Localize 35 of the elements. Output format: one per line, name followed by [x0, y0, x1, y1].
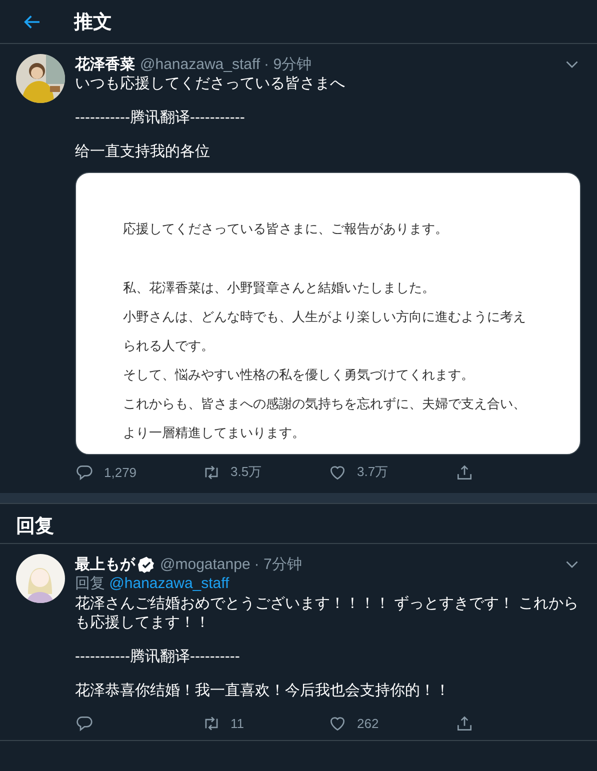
document-text: 小野さんは、どんな時でも、人生がより楽しい方向に進むように考え — [123, 308, 527, 326]
mention-link[interactable]: @hanazawa_staff — [109, 575, 230, 592]
attached-document[interactable]: 応援してくださっている皆さまに、ご報告があります。 私、花澤香菜は、小野賢章さんと結婚いたしました。 小野さんは、どんな時でも、人生がより楽しい方向に進むように考え られる人です。 そして、悩みやすい性格の私を優しく勇気づけてくれます。 これからも、皆さまへの感謝の気持ちを忘れずに、夫婦で支え合い、 より一層精進してまいります。 — [75, 172, 581, 455]
retweet-button[interactable]: 3.5万 — [202, 462, 328, 482]
reply-button[interactable]: 1,279 — [75, 462, 202, 482]
author-name[interactable]: 花泽香菜 — [75, 54, 135, 74]
reply-icon — [75, 714, 94, 732]
tweet-text: -----------腾讯翻译---------- — [75, 647, 241, 666]
reply-icon — [75, 462, 94, 482]
tweet-text: -----------腾讯翻译----------- — [75, 108, 246, 127]
avatar[interactable] — [16, 54, 65, 103]
like-button[interactable]: 262 — [328, 714, 454, 732]
document-text: これからも、皆さまへの感謝の気持ちを忘れずに、夫婦で支え合い、 — [123, 395, 527, 413]
page-title: 推文 — [74, 10, 112, 34]
document-text: られる人です。 — [123, 337, 215, 355]
document-text: そして、悩みやすい性格の私を優しく勇気づけてくれます。 — [123, 366, 475, 384]
tweet-text: 给一直支持我的各位 — [75, 142, 211, 161]
retweet-button[interactable]: 11 — [202, 714, 328, 732]
timestamp: · 9分钟 — [264, 54, 312, 74]
document-text: 私、花澤香菜は、小野賢章さんと結婚いたしました。 — [123, 279, 436, 297]
document-text: より一層精進してまいります。 — [123, 424, 306, 442]
section-heading: 回复 — [0, 504, 597, 544]
share-icon — [454, 714, 474, 732]
share-icon — [454, 462, 474, 482]
avatar[interactable] — [16, 554, 65, 603]
tweet-text: 花泽恭喜你结婚！我一直喜欢！今后我也会支持你的！！ — [75, 681, 451, 700]
author-name[interactable]: 最上もが — [75, 554, 135, 574]
author-handle[interactable]: @mogatanpe — [160, 556, 250, 572]
tweet-text: 花泽さんご结婚おめでとうございます！！！！ ずっとすきです！ これからも応援してます！！ — [75, 594, 580, 632]
document-text: 応援してくださっている皆さまに、ご報告があります。 — [123, 220, 449, 238]
reply-context: 回复 @hanazawa_staff — [75, 574, 230, 594]
tweet-text: いつも応援してくださっている皆さまへ — [75, 74, 346, 93]
timestamp: · 7分钟 — [254, 554, 302, 574]
author-handle[interactable]: @hanazawa_staff — [140, 56, 260, 72]
like-button[interactable]: 3.7万 — [328, 462, 454, 482]
